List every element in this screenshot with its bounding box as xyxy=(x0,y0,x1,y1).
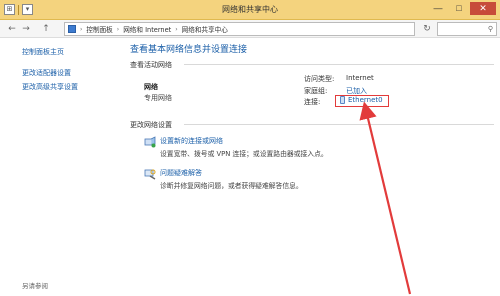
page-title: 查看基本网络信息并设置连接 xyxy=(130,45,248,55)
network-type[interactable]: 专用网络 xyxy=(144,93,172,103)
homegroup-label: 家庭组: xyxy=(304,87,328,95)
breadcrumb-item[interactable]: 网络和 Internet xyxy=(123,24,171,34)
active-networks-heading: 查看活动网络 xyxy=(130,61,172,69)
connections-label: 连接: xyxy=(304,98,321,106)
breadcrumb-item[interactable]: 网络和共享中心 xyxy=(182,24,228,34)
window-title: 网络和共享中心 xyxy=(222,5,278,14)
new-connection-icon xyxy=(144,136,156,148)
troubleshoot-problems-desc: 诊断并修复网络问题，或者获得疑难解答信息。 xyxy=(160,182,303,190)
sidebar-item-control-panel-home[interactable]: 控制面板主页 xyxy=(22,47,64,57)
search-input[interactable]: ⚲ xyxy=(437,22,497,36)
breadcrumb-separator: › xyxy=(116,25,120,33)
setup-new-connection-desc: 设置宽带、拨号或 VPN 连接；或设置路由器或接入点。 xyxy=(160,150,328,158)
annotation-highlight-box xyxy=(335,95,389,107)
troubleshoot-problems-link[interactable]: 问题疑难解答 xyxy=(160,168,202,178)
forward-arrow-icon[interactable]: → xyxy=(20,22,32,36)
breadcrumb-separator: › xyxy=(80,25,83,33)
access-type-label: 访问类型: xyxy=(304,75,335,83)
section-divider xyxy=(184,64,494,65)
window-controls: — □ ✕ xyxy=(428,2,496,15)
main-pane: 查看基本网络信息并设置连接 查看活动网络 网络 专用网络 访问类型: Inter… xyxy=(122,38,500,296)
close-button[interactable]: ✕ xyxy=(470,2,496,15)
control-panel-icon xyxy=(68,25,76,33)
see-also-label: 另请参阅 xyxy=(22,282,48,290)
maximize-button[interactable]: □ xyxy=(449,2,469,15)
network-name: 网络 xyxy=(144,83,158,91)
section-divider xyxy=(184,124,494,125)
change-settings-heading: 更改网络设置 xyxy=(130,121,172,129)
setup-new-connection-link[interactable]: 设置新的连接或网络 xyxy=(160,136,223,146)
refresh-icon[interactable]: ↻ xyxy=(420,22,434,36)
access-type-value: Internet xyxy=(346,74,374,82)
search-icon: ⚲ xyxy=(487,25,493,33)
breadcrumb-item[interactable]: 控制面板 xyxy=(86,24,112,34)
address-bar: ← → ↑ › 控制面板 › 网络和 Internet › 网络和共享中心 ↻ … xyxy=(0,20,500,38)
left-pane: 控制面板主页 更改适配器设置 更改高级共享设置 xyxy=(0,38,122,296)
address-input[interactable]: › 控制面板 › 网络和 Internet › 网络和共享中心 xyxy=(64,22,415,36)
troubleshoot-icon xyxy=(144,169,156,180)
title-bar: ⊞ ▾ 网络和共享中心 — □ ✕ xyxy=(0,0,500,20)
minimize-button[interactable]: — xyxy=(428,2,448,15)
sidebar-item-change-advanced-sharing[interactable]: 更改高级共享设置 xyxy=(22,82,78,92)
breadcrumb-separator: › xyxy=(175,25,178,33)
back-arrow-icon[interactable]: ← xyxy=(6,22,18,36)
up-arrow-icon[interactable]: ↑ xyxy=(40,22,52,36)
sidebar-item-change-adapter-settings[interactable]: 更改适配器设置 xyxy=(22,68,71,78)
